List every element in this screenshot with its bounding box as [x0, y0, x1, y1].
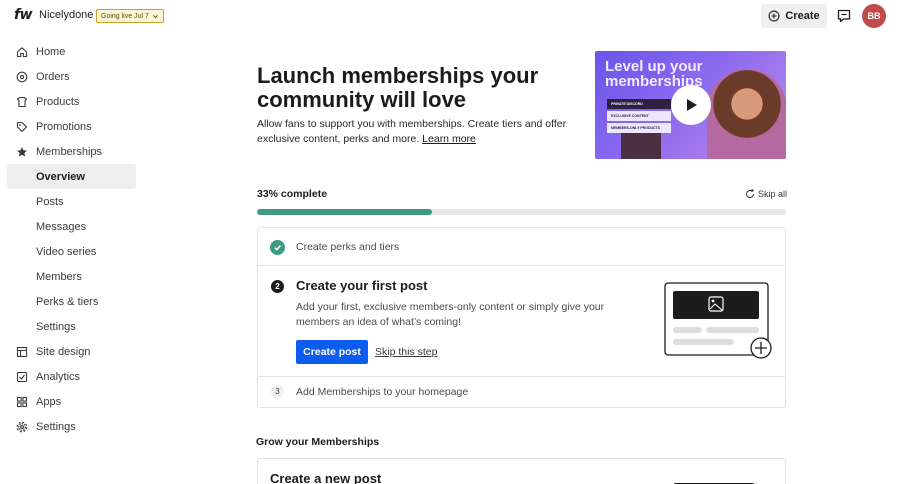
sidebar: Home Orders Products Promotions Membersh… [7, 39, 136, 439]
sidebar-item-label: Overview [36, 170, 85, 183]
grow-card[interactable]: Create a new post [257, 458, 786, 484]
post-illustration [664, 282, 772, 359]
avatar[interactable]: BB [862, 4, 886, 28]
play-button[interactable] [671, 85, 711, 125]
sidebar-item-label: Video series [36, 245, 97, 258]
skip-all-button[interactable]: Skip all [745, 189, 787, 199]
sidebar-item-posts[interactable]: Posts [7, 189, 136, 214]
page-title: Launch memberships your community will l… [257, 63, 539, 112]
sidebar-item-label: Perks & tiers [36, 295, 99, 308]
sidebar-item-promotions[interactable]: Promotions [7, 114, 136, 139]
step-number: 2 [271, 280, 284, 293]
create-post-button[interactable]: Create post [296, 340, 368, 364]
sidebar-item-label: Analytics [36, 370, 81, 383]
video-thumbnail-photo [621, 133, 661, 159]
sidebar-item-label: Settings [36, 320, 76, 333]
tag-icon [15, 120, 28, 133]
star-icon [15, 145, 28, 158]
top-bar: fw Nicelydone Going live Jul 7 Create BB [0, 0, 900, 32]
sidebar-item-label: Home [36, 45, 66, 58]
sidebar-item-membership-settings[interactable]: Settings [7, 314, 136, 339]
progress-bar [257, 209, 786, 215]
apps-icon [15, 395, 28, 408]
sidebar-item-orders[interactable]: Orders [7, 64, 136, 89]
skip-step-link[interactable]: Skip this step [375, 346, 437, 358]
video-card: MEMBERS-ONLY PRODUCTS [607, 123, 671, 133]
create-button[interactable]: Create [761, 4, 827, 28]
step-number: 3 [271, 385, 284, 398]
step-description: Add your first, exclusive members-only c… [296, 301, 605, 328]
skip-all-label: Skip all [758, 189, 788, 199]
sidebar-item-label: Orders [36, 70, 70, 83]
intro-text: Allow fans to support you with membershi… [257, 117, 577, 146]
sidebar-item-members[interactable]: Members [7, 264, 136, 289]
analytics-icon [15, 370, 28, 383]
card-title: Create a new post [270, 471, 382, 484]
step-title: Create your first post [296, 278, 428, 293]
sidebar-item-perks-tiers[interactable]: Perks & tiers [7, 289, 136, 314]
go-live-label: Going live Jul 7 [101, 12, 149, 20]
progress-bar-fill [257, 209, 432, 215]
step-add-to-homepage[interactable]: 3 Add Memberships to your homepage [258, 377, 785, 407]
chevron-down-icon [152, 14, 158, 18]
skip-icon [746, 189, 755, 198]
sidebar-item-messages[interactable]: Messages [7, 214, 136, 239]
sidebar-item-label: Site design [36, 345, 91, 358]
step-create-first-post: 2 Create your first post Add your first,… [258, 266, 785, 377]
layout-icon [15, 345, 28, 358]
learn-more-link[interactable]: Learn more [422, 133, 476, 145]
sidebar-item-label: Memberships [36, 145, 103, 158]
sidebar-item-label: Members [36, 270, 82, 283]
sidebar-item-label: Products [36, 95, 80, 108]
sidebar-item-products[interactable]: Products [7, 89, 136, 114]
sidebar-item-overview[interactable]: Overview [7, 164, 136, 189]
products-icon [15, 95, 28, 108]
sidebar-item-label: Messages [36, 220, 87, 233]
play-icon [687, 99, 697, 111]
go-live-badge[interactable]: Going live Jul 7 [96, 9, 164, 23]
create-button-label: Create [785, 10, 820, 22]
video-card: EXCLUSIVE CONTENT [607, 111, 671, 121]
video-title: Level up your memberships [605, 58, 703, 90]
sidebar-item-settings[interactable]: Settings [7, 414, 136, 439]
sidebar-item-site-design[interactable]: Site design [7, 339, 136, 364]
home-icon [15, 45, 28, 58]
sidebar-item-video-series[interactable]: Video series [7, 239, 136, 264]
sidebar-item-label: Posts [36, 195, 64, 208]
gear-icon [15, 420, 28, 433]
sidebar-item-label: Apps [36, 395, 62, 408]
sidebar-item-analytics[interactable]: Analytics [7, 364, 136, 389]
step-create-perks[interactable]: Create perks and tiers [258, 228, 785, 266]
video-card: PRIVATE DISCORD [607, 99, 671, 109]
check-icon [270, 240, 285, 255]
sidebar-item-label: Promotions [36, 120, 92, 133]
section-title: Grow your Memberships [256, 436, 380, 448]
sidebar-item-home[interactable]: Home [7, 39, 136, 64]
progress-label: 33% complete [257, 188, 328, 200]
sidebar-item-memberships[interactable]: Memberships [7, 139, 136, 164]
plus-circle-icon [768, 10, 780, 22]
chat-icon[interactable] [836, 8, 852, 24]
intro-body: Allow fans to support you with membershi… [257, 118, 567, 145]
step-label: Add Memberships to your homepage [296, 386, 469, 398]
video-presenter-image [707, 69, 786, 159]
orders-icon [15, 70, 28, 83]
sidebar-item-apps[interactable]: Apps [7, 389, 136, 414]
brand-logo[interactable]: fw [14, 7, 33, 23]
sidebar-item-label: Settings [36, 420, 76, 433]
intro-video[interactable]: Level up your memberships PRIVATE DISCOR… [595, 51, 786, 159]
step-label: Create perks and tiers [296, 241, 400, 253]
setup-steps: Create perks and tiers 2 Create your fir… [257, 227, 786, 408]
shop-name[interactable]: Nicelydone [39, 9, 93, 21]
